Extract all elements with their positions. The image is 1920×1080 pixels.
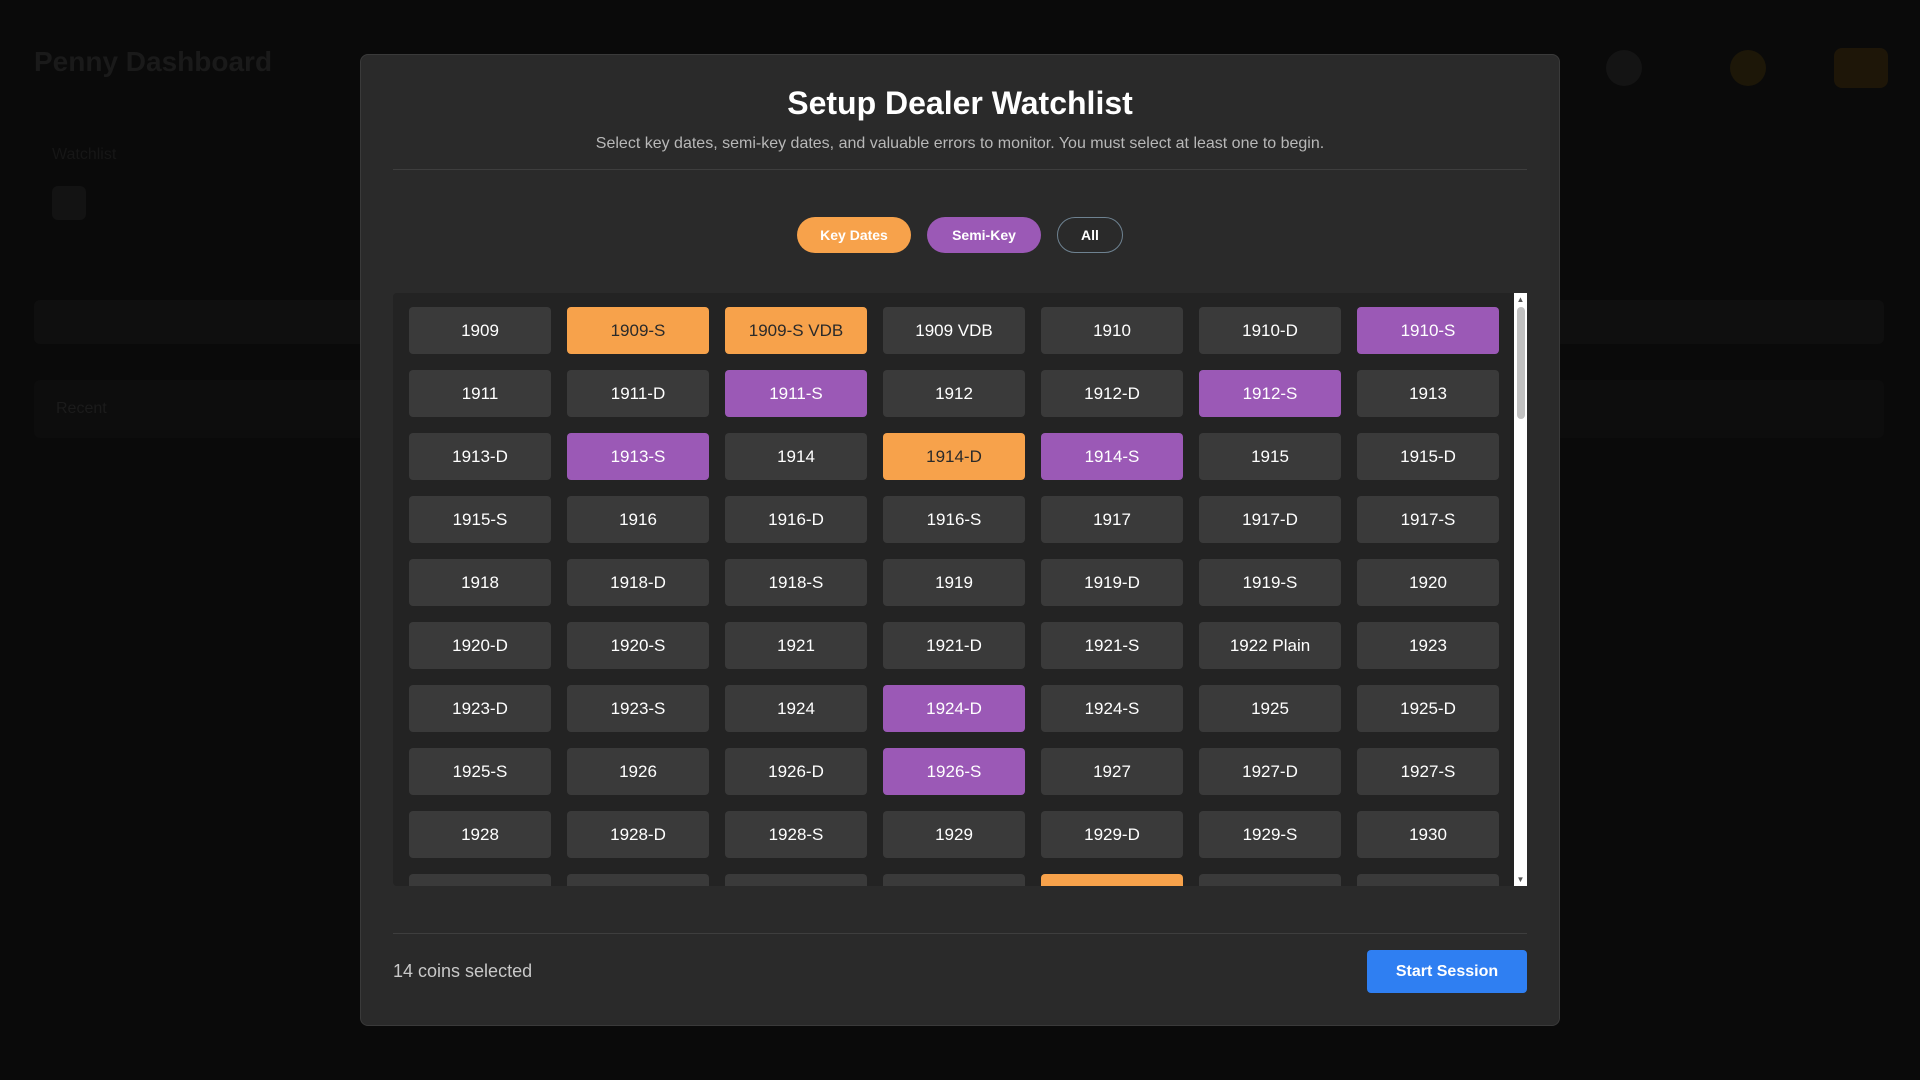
coin-option[interactable]: 1929 [883,811,1025,858]
coin-option[interactable]: 1919-S [1199,559,1341,606]
coin-option[interactable]: 1918 [409,559,551,606]
coin-option[interactable]: 1916-S [883,496,1025,543]
coin-option[interactable]: 1920 [1357,559,1499,606]
filter-key-dates-button[interactable]: Key Dates [797,217,911,253]
coin-option[interactable]: 1915-D [1357,433,1499,480]
coin-option[interactable]: 1918-S [725,559,867,606]
coin-option[interactable] [409,874,551,886]
coin-option[interactable]: 1922 Plain [1199,622,1341,669]
coin-option[interactable]: 1925-D [1357,685,1499,732]
coin-option[interactable] [567,874,709,886]
coin-option[interactable]: 1915-S [409,496,551,543]
coin-option[interactable]: 1928 [409,811,551,858]
coin-option[interactable]: 1923 [1357,622,1499,669]
coin-option[interactable]: 1919 [883,559,1025,606]
coin-option[interactable]: 1929-S [1199,811,1341,858]
start-session-button[interactable]: Start Session [1367,950,1527,993]
scrollbar-thumb[interactable] [1517,307,1525,419]
coin-option[interactable]: 1925 [1199,685,1341,732]
coin-option[interactable]: 1917 [1041,496,1183,543]
scroll-up-arrow-icon[interactable]: ▲ [1514,293,1527,306]
coin-option[interactable]: 1921 [725,622,867,669]
coin-grid-container: 1909 1909-S 1909-S VDB 1909 VDB 1910 1910-D 19… [393,293,1527,886]
background-icon [52,186,86,220]
coin-option[interactable]: 1927-D [1199,748,1341,795]
coin-option[interactable]: 1927 [1041,748,1183,795]
coin-option[interactable]: 1916-D [725,496,867,543]
scroll-down-arrow-icon[interactable]: ▼ [1514,873,1527,886]
coin-option[interactable]: 1913 [1357,370,1499,417]
coin-option[interactable]: 1924-D [883,685,1025,732]
coin-option[interactable]: 1912-D [1041,370,1183,417]
coin-option[interactable]: 1911-D [567,370,709,417]
coin-option[interactable]: 1926-S [883,748,1025,795]
coin-option[interactable]: 1917-S [1357,496,1499,543]
coin-option[interactable]: 1911-S [725,370,867,417]
coin-option[interactable]: 1925-S [409,748,551,795]
coin-option[interactable] [1041,874,1183,886]
coin-option[interactable]: 1928-D [567,811,709,858]
coin-option[interactable]: 1915 [1199,433,1341,480]
coin-option[interactable]: 1917-D [1199,496,1341,543]
coin-option[interactable]: 1913-S [567,433,709,480]
modal-title: Setup Dealer Watchlist [787,85,1133,121]
coin-option[interactable]: 1929-D [1041,811,1183,858]
coin-option[interactable]: 1910 [1041,307,1183,354]
coin-option[interactable]: 1924 [725,685,867,732]
modal-subtitle: Select key dates, semi-key dates, and va… [595,135,1325,152]
coin-option[interactable]: 1918-D [567,559,709,606]
coin-option[interactable]: 1909-S VDB [725,307,867,354]
coin-option[interactable]: 1919-D [1041,559,1183,606]
coin-option[interactable]: 1914 [725,433,867,480]
coin-option[interactable]: 1923-D [409,685,551,732]
background-subtitle: Watchlist [52,146,117,163]
coin-option[interactable] [1357,874,1499,886]
selected-count: 14 coins selected [393,961,533,981]
coin-option[interactable]: 1921-S [1041,622,1183,669]
coin-option[interactable]: 1913-D [409,433,551,480]
background-section-label: Recent [56,400,107,417]
coin-option[interactable]: 1926 [567,748,709,795]
coin-option[interactable]: 1911 [409,370,551,417]
coin-grid: 1909 1909-S 1909-S VDB 1909 VDB 1910 1910-D 19… [409,307,1499,886]
coin-option[interactable]: 1912-S [1199,370,1341,417]
coin-option[interactable]: 1912 [883,370,1025,417]
coin-option[interactable] [725,874,867,886]
background-badge [1834,48,1888,88]
background-avatar-icon [1606,50,1642,86]
coin-option[interactable]: 1928-S [725,811,867,858]
watchlist-modal: Setup Dealer Watchlist Select key dates,… [360,54,1560,1026]
coin-option[interactable]: 1909 [409,307,551,354]
coin-option[interactable]: 1924-S [1041,685,1183,732]
coin-option[interactable]: 1926-D [725,748,867,795]
coin-option[interactable]: 1921-D [883,622,1025,669]
filter-semi-key-button[interactable]: Semi-Key [927,217,1041,253]
coin-option[interactable]: 1916 [567,496,709,543]
coin-option[interactable] [883,874,1025,886]
coin-grid-scrollbar[interactable]: ▲ ▼ [1514,293,1527,886]
coin-option[interactable]: 1930 [1357,811,1499,858]
coin-option[interactable]: 1910-S [1357,307,1499,354]
coin-option[interactable]: 1927-S [1357,748,1499,795]
background-coin-icon [1730,50,1766,86]
filter-all-button[interactable]: All [1057,217,1123,253]
coin-option[interactable]: 1910-D [1199,307,1341,354]
filter-bar: Key Dates Semi-Key All [361,217,1559,253]
coin-option[interactable]: 1920-D [409,622,551,669]
coin-option[interactable]: 1923-S [567,685,709,732]
coin-option[interactable] [1199,874,1341,886]
coin-option[interactable]: 1914-D [883,433,1025,480]
header-divider [393,169,1527,170]
footer-divider [393,933,1527,934]
coin-option[interactable]: 1914-S [1041,433,1183,480]
coin-option[interactable]: 1920-S [567,622,709,669]
background-app-title: Penny Dashboard [34,46,273,77]
coin-option[interactable]: 1909-S [567,307,709,354]
coin-option[interactable]: 1909 VDB [883,307,1025,354]
